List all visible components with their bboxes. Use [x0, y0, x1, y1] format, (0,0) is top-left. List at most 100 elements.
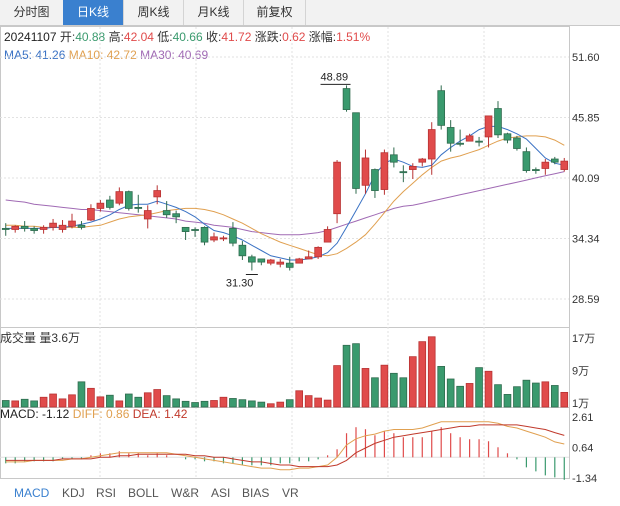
- candle-body: [191, 229, 199, 231]
- ma5-value: MA5: 41.26: [4, 48, 66, 62]
- tab-intraday[interactable]: 分时图: [0, 0, 64, 25]
- candle: [352, 112, 360, 194]
- volume-bar: [68, 394, 76, 408]
- price-axis-label: 28.59: [572, 294, 600, 306]
- candle-body: [408, 165, 417, 170]
- volume-bar: [465, 383, 474, 408]
- macd-axis: 2.61 0.64 -1.34: [572, 412, 597, 485]
- candle-body: [304, 256, 313, 260]
- candle: [11, 225, 20, 233]
- candle: [266, 258, 275, 266]
- volume-bar: [295, 390, 304, 408]
- candle: [427, 122, 436, 175]
- price-axis-label: 34.34: [572, 234, 600, 246]
- candle-body: [418, 158, 427, 163]
- indicator-tab-asi[interactable]: ASI: [211, 486, 230, 500]
- volume-bar: [371, 377, 379, 408]
- indicator-tab-vr[interactable]: VR: [282, 486, 299, 500]
- candle: [172, 210, 180, 224]
- candle-body: [1, 228, 10, 230]
- volume-bar: [304, 395, 313, 408]
- ma10-value: MA10: 42.72: [68, 48, 137, 62]
- candle: [522, 147, 531, 173]
- tab-forward-adjusted[interactable]: 前复权: [244, 0, 306, 25]
- high-value: 42.04: [123, 30, 154, 44]
- ma-legend: MA5: 41.26 MA10: 42.72 MA30: 40.69: [4, 48, 208, 62]
- candle: [124, 190, 133, 211]
- candle: [408, 163, 417, 179]
- candle-body: [560, 160, 569, 170]
- candle-body: [446, 127, 455, 144]
- indicator-tab-boll[interactable]: BOLL: [128, 486, 159, 500]
- indicator-tab-bias[interactable]: BIAS: [242, 486, 269, 500]
- candle-body: [229, 228, 237, 244]
- price-axis-label: 45.85: [572, 112, 600, 124]
- ma10-line: [5, 135, 565, 257]
- candle-body: [153, 190, 162, 198]
- candle: [503, 132, 512, 144]
- volume-bar: [285, 399, 294, 408]
- volume-bar: [484, 370, 493, 408]
- candle-body: [49, 222, 57, 228]
- open-label: 开:: [59, 30, 76, 44]
- candle: [181, 226, 190, 240]
- candle: [484, 115, 493, 148]
- volume-bar: [314, 397, 322, 408]
- volume-bar: [513, 386, 521, 408]
- candle-body: [532, 169, 540, 171]
- candle: [39, 225, 48, 234]
- indicator-tab-wr[interactable]: W&R: [171, 486, 199, 500]
- candle: [153, 185, 162, 205]
- candle-body: [96, 202, 105, 209]
- macd-axis-label: 2.61: [572, 412, 593, 424]
- volume-bar: [39, 396, 48, 408]
- tab-daily-k[interactable]: 日K线: [63, 0, 124, 25]
- volume-bar: [87, 387, 95, 408]
- volume-axis-label: 1万: [572, 398, 589, 410]
- volume-bar: [210, 400, 218, 408]
- volume-label: 成交量 量3.6万: [0, 331, 81, 345]
- volume-bar: [229, 398, 237, 408]
- volume-bar: [323, 399, 332, 408]
- candle-body: [437, 90, 446, 126]
- candle: [20, 221, 29, 232]
- indicator-tab-macd[interactable]: MACD: [14, 486, 49, 500]
- dea-value: DEA: 1.42: [132, 407, 188, 421]
- low-value: 40.66: [172, 30, 203, 44]
- candle-body: [314, 246, 322, 258]
- volume-bars: [1, 336, 569, 408]
- tab-weekly-k[interactable]: 周K线: [124, 0, 184, 25]
- volume-bar: [522, 379, 531, 408]
- volume-bar: [96, 396, 105, 408]
- candle: [418, 157, 427, 167]
- volume-bar: [399, 377, 408, 408]
- candle: [285, 256, 294, 271]
- candle-body: [427, 129, 436, 160]
- volume-bar: [238, 399, 247, 408]
- candle: [437, 85, 446, 130]
- candle: [304, 250, 313, 260]
- candle: [49, 218, 57, 231]
- indicator-tab-kdj[interactable]: KDJ: [62, 486, 85, 500]
- volume-bar: [446, 378, 455, 408]
- candle-body: [172, 213, 180, 218]
- change-value: 0.62: [282, 30, 306, 44]
- candle-body: [106, 199, 114, 208]
- volume-axis-label: 17万: [572, 333, 595, 345]
- candle: [106, 195, 114, 210]
- candle: [238, 241, 247, 260]
- candle: [380, 149, 389, 195]
- low-label: 低:: [157, 30, 173, 44]
- high-label: 高:: [108, 30, 124, 44]
- candle: [68, 213, 76, 229]
- candlesticks: [1, 85, 569, 271]
- volume-bar: [200, 400, 209, 408]
- volume-bar: [390, 372, 398, 408]
- indicator-tab-rsi[interactable]: RSI: [96, 486, 116, 500]
- candle-body: [342, 88, 351, 110]
- volume-bar: [276, 401, 285, 408]
- tab-monthly-k[interactable]: 月K线: [184, 0, 244, 25]
- candle: [494, 101, 502, 138]
- candle: [115, 187, 124, 206]
- volume-bar: [106, 394, 114, 408]
